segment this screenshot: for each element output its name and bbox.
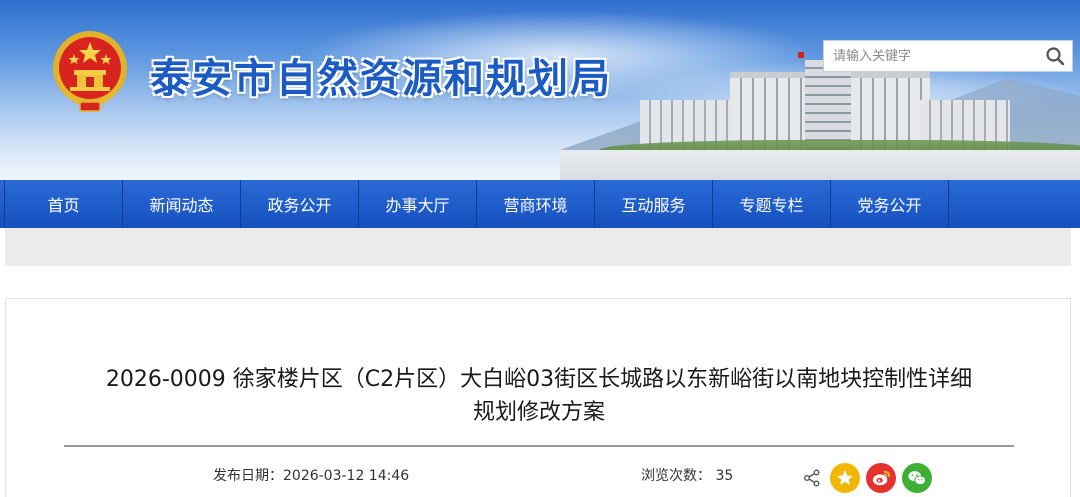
- search-input[interactable]: [824, 41, 1038, 71]
- publish-date: 发布日期：2026-03-12 14:46: [213, 465, 409, 485]
- main-nav: 首页 新闻动态 政务公开 办事大厅 营商环境 互动服务 专题专栏 党务公开: [0, 180, 1080, 228]
- nav-item-news[interactable]: 新闻动态: [123, 180, 241, 228]
- view-count: 浏览次数： 35: [641, 465, 733, 485]
- header-banner: 泰安市自然资源和规划局: [0, 0, 1080, 180]
- wechat-icon: [908, 471, 926, 486]
- view-count-label: 浏览次数：: [641, 468, 711, 484]
- search-button[interactable]: [1038, 41, 1072, 71]
- article-panel: 2026-0009 徐家楼片区（C2片区）大白峪03街区长城路以东新峪街以南地块…: [5, 298, 1071, 497]
- nav-item-home[interactable]: 首页: [5, 180, 123, 228]
- publish-date-value: 2026-03-12 14:46: [283, 468, 410, 484]
- share-weibo-button[interactable]: [866, 463, 896, 493]
- national-emblem-icon: [53, 31, 127, 112]
- article-title-line: 2026-0009 徐家楼片区（C2片区）大白峪03街区长城路以东新峪街以南地块…: [105, 367, 973, 392]
- title-divider: [64, 445, 1014, 447]
- favorite-star-button[interactable]: [830, 463, 860, 493]
- nav-item-interaction[interactable]: 互动服务: [595, 180, 713, 228]
- breadcrumb-bar: [5, 228, 1071, 266]
- view-count-value: 35: [715, 468, 734, 484]
- share-icon: [802, 468, 822, 488]
- weibo-icon: [872, 470, 890, 486]
- share-bar: [802, 463, 938, 493]
- nav-item-business-env[interactable]: 营商环境: [477, 180, 595, 228]
- search-box: [823, 40, 1073, 72]
- star-icon: [837, 470, 853, 486]
- publish-date-label: 发布日期：: [213, 468, 283, 484]
- article-title-line: 规划修改方案: [472, 400, 605, 425]
- search-icon: [1046, 47, 1065, 66]
- nav-item-party-affairs[interactable]: 党务公开: [831, 180, 949, 228]
- site-title: 泰安市自然资源和规划局: [150, 56, 612, 102]
- share-wechat-button[interactable]: [902, 463, 932, 493]
- nav-item-gov-affairs[interactable]: 政务公开: [241, 180, 359, 228]
- nav-item-service-hall[interactable]: 办事大厅: [359, 180, 477, 228]
- article-title: 2026-0009 徐家楼片区（C2片区）大白峪03街区长城路以东新峪街以南地块…: [46, 363, 1032, 429]
- nav-item-special-topics[interactable]: 专题专栏: [713, 180, 831, 228]
- banner-plaza: [560, 150, 1080, 180]
